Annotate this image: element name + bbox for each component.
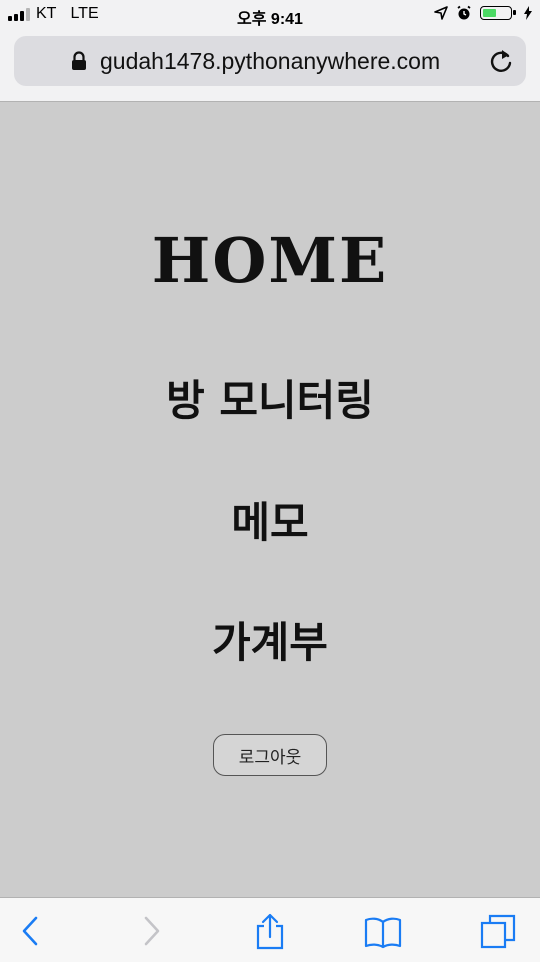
- lock-icon: [72, 51, 86, 70]
- page-content: HOME 방 모니터링 메모 가계부 로그아웃: [0, 102, 540, 897]
- memo-link[interactable]: 메모: [0, 502, 540, 544]
- ledger-link[interactable]: 가계부: [0, 622, 540, 664]
- location-icon: [434, 6, 448, 20]
- address-bar-container: gudah1478.pythonanywhere.com: [0, 30, 540, 102]
- page-title: HOME: [151, 224, 389, 297]
- reload-icon[interactable]: [488, 48, 514, 74]
- battery-icon: [480, 6, 516, 20]
- alarm-icon: [457, 5, 471, 20]
- share-icon[interactable]: [250, 912, 290, 952]
- url-text[interactable]: gudah1478.pythonanywhere.com: [100, 48, 440, 75]
- browser-toolbar: [0, 897, 540, 962]
- tabs-icon[interactable]: [478, 912, 518, 952]
- bookmarks-icon[interactable]: [363, 912, 403, 952]
- back-icon[interactable]: [12, 912, 52, 952]
- status-right: [434, 5, 532, 21]
- address-bar[interactable]: gudah1478.pythonanywhere.com: [14, 36, 526, 86]
- logout-button[interactable]: 로그아웃: [213, 734, 327, 776]
- status-bar: KT LTE 오후 9:41: [0, 0, 540, 30]
- room-monitoring-link[interactable]: 방 모니터링: [0, 380, 540, 422]
- forward-icon[interactable]: [132, 912, 172, 952]
- charging-icon: [524, 6, 532, 20]
